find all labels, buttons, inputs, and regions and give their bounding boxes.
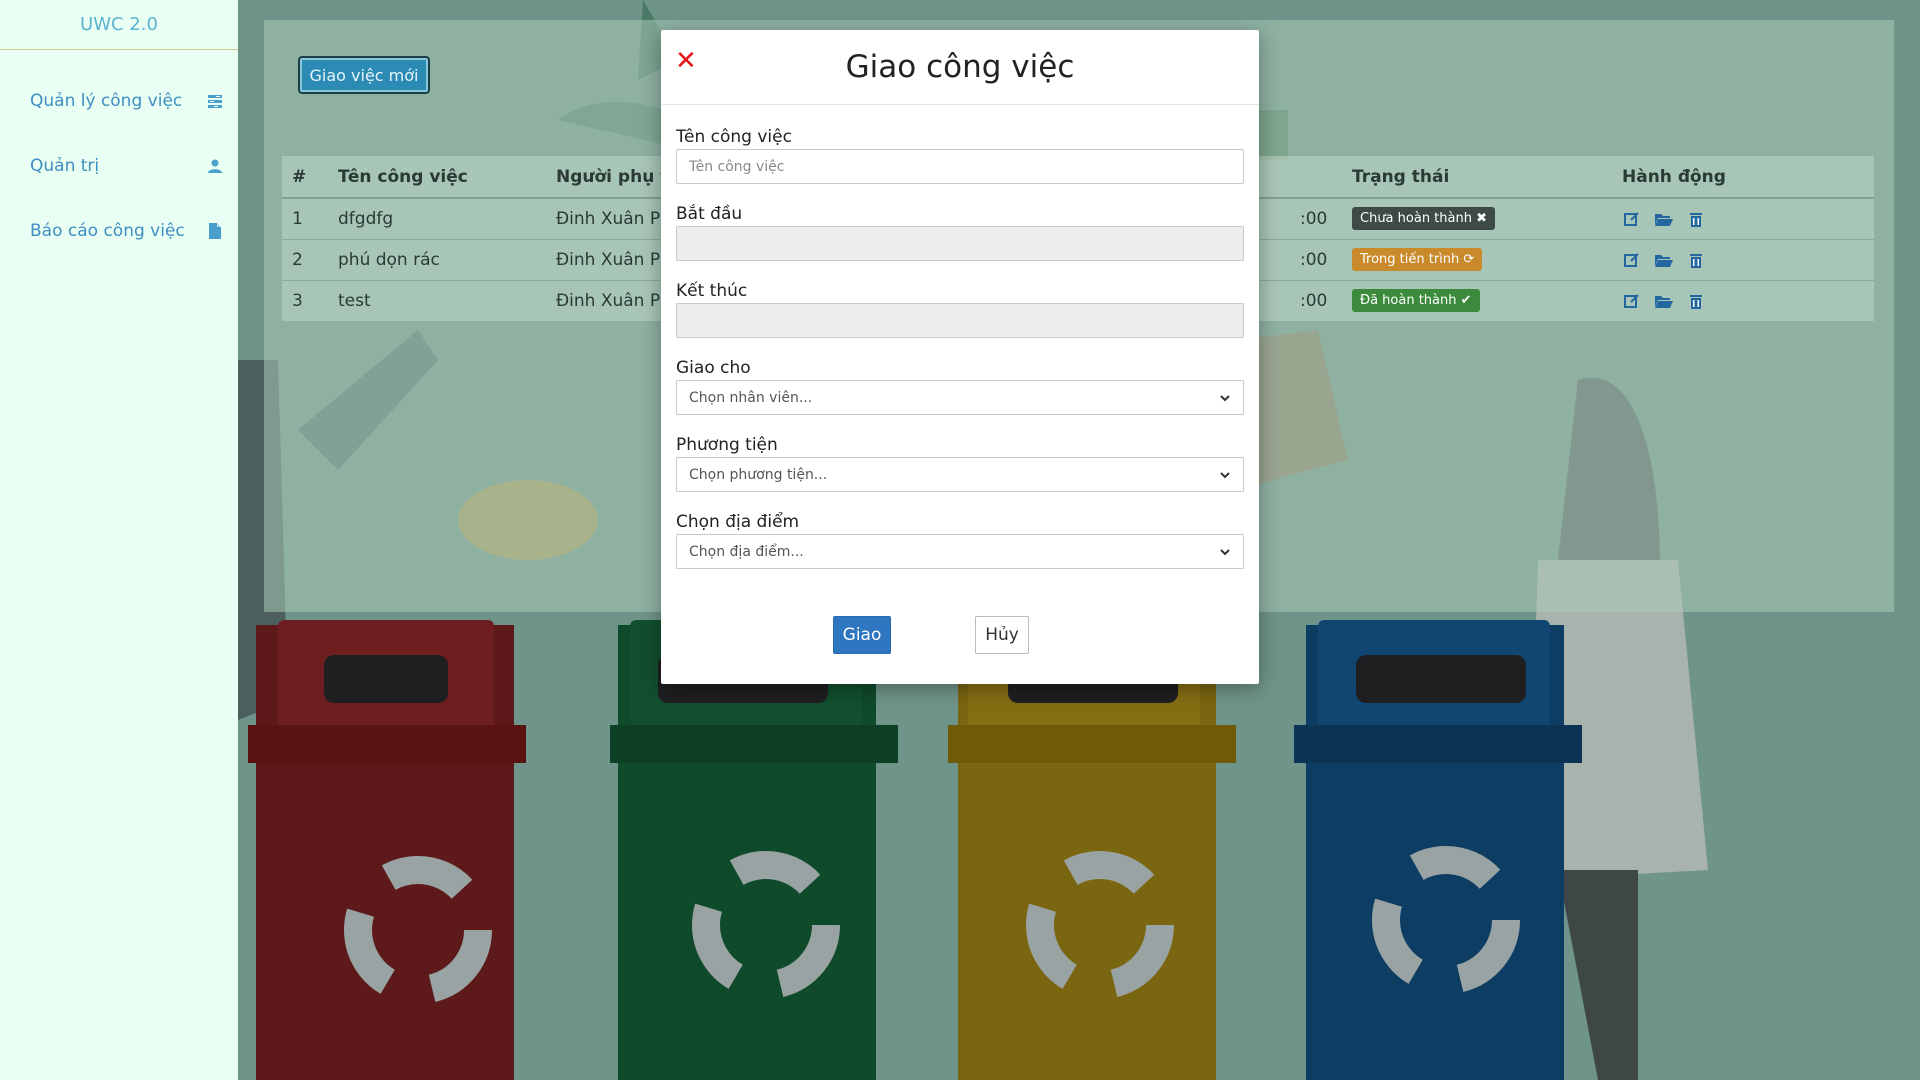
row-status: Chưa hoàn thành ✖: [1342, 197, 1612, 239]
status-icon: ⟳: [1463, 252, 1475, 267]
sidebar-item-admin[interactable]: Quản trị: [0, 133, 238, 198]
status-icon: ✖: [1476, 211, 1488, 227]
folder-open-icon[interactable]: [1654, 250, 1674, 270]
row-index: 3: [282, 279, 328, 321]
end-date-input[interactable]: [676, 303, 1244, 338]
sidebar-item-label: Báo cáo công việc: [30, 220, 185, 241]
trash-icon[interactable]: [1686, 209, 1706, 229]
edit-icon[interactable]: [1622, 209, 1642, 229]
start-label: Bắt đầu: [676, 204, 743, 224]
chevron-down-icon: [1220, 548, 1230, 555]
edit-icon[interactable]: [1622, 250, 1642, 270]
status-text: Chưa hoàn thành: [1360, 211, 1472, 227]
user-icon: [206, 157, 224, 175]
row-task-name: test: [328, 279, 546, 321]
task-name-group: Tên công việc: [676, 127, 1244, 184]
employee-select-value: Chọn nhân viên...: [689, 389, 813, 406]
assign-button[interactable]: Giao: [833, 616, 891, 654]
assign-to-group: Giao cho Chọn nhân viên...: [676, 358, 1244, 415]
document-icon: [206, 222, 224, 240]
vehicle-select-value: Chọn phương tiện...: [689, 466, 828, 483]
vehicle-select[interactable]: Chọn phương tiện...: [676, 457, 1244, 492]
assign-to-label: Giao cho: [676, 358, 751, 378]
end-group: Kết thúc: [676, 281, 1244, 338]
row-index: 2: [282, 238, 328, 280]
status-badge: Đã hoàn thành ✔: [1352, 289, 1480, 313]
status-icon: ✔: [1460, 293, 1472, 309]
modal-header: ✕ Giao công việc: [661, 30, 1259, 105]
row-index: 1: [282, 197, 328, 239]
status-text: Đã hoàn thành: [1360, 293, 1457, 309]
sidebar-item-label: Quản lý công việc: [30, 90, 183, 111]
tasks-icon: [206, 92, 224, 110]
folder-open-icon[interactable]: [1654, 209, 1674, 229]
col-actions: Hành động: [1612, 156, 1874, 199]
location-group: Chọn địa điểm Chọn địa điểm...: [676, 512, 1244, 569]
sidebar-item-task-management[interactable]: Quản lý công việc: [0, 68, 238, 133]
col-task-name: Tên công việc: [328, 156, 546, 199]
sidebar-item-reports[interactable]: Báo cáo công việc: [0, 198, 238, 263]
modal-title: Giao công việc: [845, 49, 1075, 85]
trash-icon[interactable]: [1686, 250, 1706, 270]
cancel-button[interactable]: Hủy: [975, 616, 1029, 654]
chevron-down-icon: [1220, 471, 1230, 478]
location-label: Chọn địa điểm: [676, 512, 800, 532]
start-date-input[interactable]: [676, 226, 1244, 261]
task-name-input[interactable]: [676, 149, 1244, 184]
employee-select[interactable]: Chọn nhân viên...: [676, 380, 1244, 415]
sidebar-nav: Quản lý công việc Quản trị Báo cáo công …: [0, 50, 238, 263]
status-text: Trong tiến trình: [1360, 252, 1460, 267]
row-actions: [1612, 279, 1874, 321]
row-actions: [1612, 238, 1874, 280]
end-label: Kết thúc: [676, 281, 748, 301]
edit-icon[interactable]: [1622, 291, 1642, 311]
sidebar-item-label: Quản trị: [30, 155, 100, 176]
status-badge: Trong tiến trình ⟳: [1352, 248, 1483, 271]
row-actions: [1612, 197, 1874, 239]
sidebar: UWC 2.0 Quản lý công việc Quản trị Báo c…: [0, 0, 238, 1080]
folder-open-icon[interactable]: [1654, 291, 1674, 311]
row-status: Đã hoàn thành ✔: [1342, 279, 1612, 321]
assign-task-modal: ✕ Giao công việc Tên công việc Bắt đầu K…: [661, 30, 1259, 684]
location-select-value: Chọn địa điểm...: [689, 543, 804, 560]
col-index: #: [282, 156, 328, 199]
new-task-button[interactable]: Giao việc mới: [298, 56, 430, 94]
row-task-name: dfgdfg: [328, 197, 546, 239]
chevron-down-icon: [1220, 394, 1230, 401]
location-select[interactable]: Chọn địa điểm...: [676, 534, 1244, 569]
modal-body: Tên công việc Bắt đầu Kết thúc Giao cho …: [661, 105, 1259, 569]
brand-title[interactable]: UWC 2.0: [0, 0, 238, 50]
start-group: Bắt đầu: [676, 204, 1244, 261]
trash-icon[interactable]: [1686, 291, 1706, 311]
col-status: Trạng thái: [1342, 156, 1612, 199]
task-name-label: Tên công việc: [676, 127, 792, 147]
vehicle-group: Phương tiện Chọn phương tiện...: [676, 435, 1244, 492]
row-status: Trong tiến trình ⟳: [1342, 238, 1612, 280]
row-task-name: phú dọn rác: [328, 238, 546, 280]
status-badge: Chưa hoàn thành ✖: [1352, 207, 1496, 231]
close-icon[interactable]: ✕: [675, 48, 697, 74]
vehicle-label: Phương tiện: [676, 435, 778, 455]
